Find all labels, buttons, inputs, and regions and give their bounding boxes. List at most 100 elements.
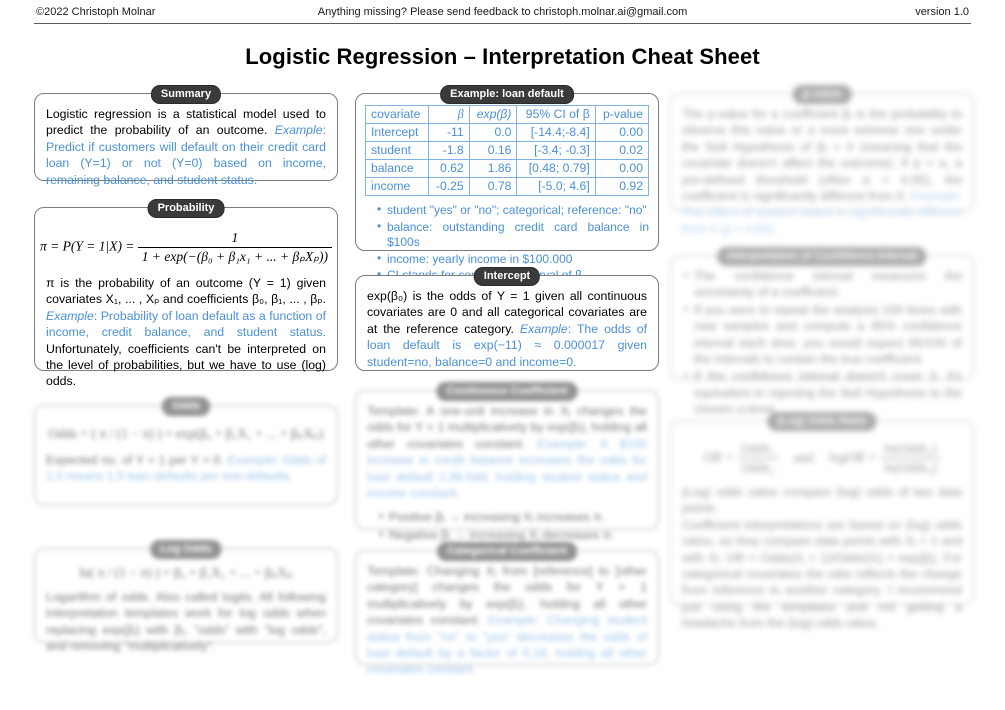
probability-formula-lhs: π = P(Y = 1|X) =: [40, 238, 135, 254]
probability-box: Probability π = P(Y = 1|X) = 1 1 + exp(−…: [34, 199, 338, 388]
p-value-example-label: Example: [910, 189, 959, 204]
log-odds-pill: Log Odds: [150, 540, 222, 559]
cell-beta: -0.25: [428, 177, 470, 196]
continuous-example-label: Example: [537, 436, 586, 451]
table-row: Intercept -11 0.0 [-14.4;-8.4] 0.00: [364, 123, 650, 142]
intercept-pill: Intercept: [473, 267, 541, 286]
col-beta: β: [428, 105, 470, 124]
categorical-coefficient-pill: Categorical Coefficient: [437, 542, 577, 561]
odds-pill: Odds: [161, 397, 211, 416]
odds-ratio-or-den: Odds₂: [737, 458, 779, 476]
odds-ratio-logor-label: logOR =: [828, 449, 877, 465]
cell-ci: [-5.0; 4.6]: [516, 177, 596, 196]
intercept-box: Intercept exp(β₀) is the odds of Y = 1 g…: [355, 267, 659, 371]
odds-ratio-text-1: (Log) odds ratios compare (log) odds of …: [682, 485, 962, 516]
cell-beta: -11: [428, 123, 470, 142]
odds-ratio-box: (Log) Odds Ratio OR = Odds₁ Odds₂ and lo…: [670, 412, 974, 630]
table-row: balance 0.62 1.86 [0.48; 0.79] 0.00: [364, 159, 650, 178]
cell-expbeta: 0.16: [468, 141, 518, 160]
categorical-example-label: Example: [487, 613, 536, 628]
odds-box: Odds Odds = ( π / (1 − π) ) = exp(β₀ + β…: [34, 397, 338, 505]
cell-expbeta: 0.0: [468, 123, 518, 142]
feedback-text: Anything missing? Please send feedback t…: [317, 6, 688, 18]
col-pvalue: p-value: [594, 105, 650, 124]
probability-text-1: π is the probability of an outcome (Y = …: [46, 276, 326, 307]
cell-beta: -1.8: [428, 141, 470, 160]
confidence-interval-box: Interpretation of Confidence Interval Th…: [670, 247, 974, 416]
categorical-coefficient-body: Template: Changing Xⱼ from [reference] t…: [356, 551, 658, 687]
header-divider: [34, 23, 971, 24]
log-odds-box: Log Odds ln( π / (1 − π) ) = β₀ + β₁X₁ +…: [34, 540, 338, 653]
p-value-box: p-value The p-value for a coefficient βⱼ…: [670, 85, 974, 236]
summary-box: Summary Logistic regression is a statist…: [34, 85, 338, 187]
col-ci: 95% CI of β: [516, 105, 596, 124]
odds-ratio-or-label: OR =: [703, 449, 734, 465]
intercept-body: exp(β₀) is the odds of Y = 1 given all c…: [356, 276, 658, 379]
example-table-body: covariate β exp(β) 95% CI of β p-value I…: [356, 94, 658, 291]
list-item: student "yes" or "no"; categorical; refe…: [377, 202, 649, 219]
copyright-text: ©2022 Christoph Molnar: [34, 6, 158, 18]
probability-pill: Probability: [147, 199, 225, 218]
summary-body: Logistic regression is a statistical mod…: [35, 94, 337, 197]
cell-pvalue: 0.02: [594, 141, 650, 160]
odds-ratio-logor-num: ln(Odds₁): [883, 441, 937, 456]
list-item: If you were to repeat the analysis 100 t…: [684, 301, 962, 368]
example-table: covariate β exp(β) 95% CI of β p-value I…: [364, 105, 650, 196]
intercept-example-label: Example: [519, 321, 568, 336]
list-item: balance: outstanding credit card balance…: [377, 219, 649, 251]
confidence-interval-bullet-list: The confidence interval measures the unc…: [682, 267, 962, 418]
table-row: income -0.25 0.78 [-5.0; 4.6] 0.92: [364, 177, 650, 196]
odds-ratio-body: (Log) odds ratios compare (log) odds of …: [671, 482, 973, 641]
cell-pvalue: 0.00: [594, 123, 650, 142]
confidence-interval-pill: Interpretation of Confidence Interval: [717, 247, 927, 266]
summary-example-label: Example: [274, 123, 323, 138]
version-text: version 1.0: [913, 6, 971, 18]
p-value-pill: p-value: [792, 85, 852, 104]
cell-pvalue: 0.92: [594, 177, 650, 196]
cell-expbeta: 0.78: [468, 177, 518, 196]
table-header-row: covariate β exp(β) 95% CI of β p-value: [364, 105, 650, 124]
odds-example-label: Example: [227, 453, 276, 467]
probability-formula-denominator: 1 + exp(−(β₀ + β₁x₁ + ... + βₚXₚ)): [137, 247, 332, 265]
cell-expbeta: 1.86: [468, 159, 518, 178]
continuous-coefficient-body: Template: A one-unit increase in Xⱼ chan…: [356, 391, 658, 553]
cell-beta: 0.62: [428, 159, 470, 178]
cell-ci: [-14.4;-8.4]: [516, 123, 596, 142]
odds-body: Expected no. of Y = 1 per Y = 0. Example…: [35, 448, 337, 494]
col-expbeta: exp(β): [468, 105, 518, 124]
odds-ratio-or-num: Odds₁: [741, 441, 775, 456]
odds-text-1: Expected no. of Y = 1 per Y = 0.: [46, 453, 228, 467]
list-item: Negative βⱼ → increasing Xⱼ decreases π.: [379, 526, 647, 543]
cell-pvalue: 0.00: [594, 159, 650, 178]
example-table-box: Example: loan default covariate β exp(β)…: [355, 85, 659, 282]
categorical-coefficient-box: Categorical Coefficient Template: Changi…: [355, 542, 659, 676]
odds-ratio-text-2: Coefficient interpretations are based on…: [682, 517, 962, 631]
continuous-coefficient-box: Continuous Coefficient Template: A one-u…: [355, 382, 659, 543]
probability-body: π is the probability of an outcome (Y = …: [35, 271, 337, 399]
col-covariate: covariate: [364, 105, 430, 124]
log-odds-body: Logarithm of odds. Also called logits. A…: [46, 590, 326, 654]
odds-ratio-logor-den: ln(Odds₂): [879, 458, 941, 476]
odds-ratio-and: and: [793, 449, 814, 465]
odds-ratio-pill: (Log) Odds Ratio: [767, 412, 877, 431]
cell-covariate: balance: [364, 159, 430, 178]
list-item: If the confidence interval doesn't cover…: [684, 367, 962, 417]
cell-covariate: Intercept: [364, 123, 430, 142]
cell-covariate: student: [364, 141, 430, 160]
cell-ci: [-3.4; -0.3]: [516, 141, 596, 160]
page-title: Logistic Regression – Interpretation Che…: [245, 44, 760, 69]
confidence-interval-body: The confidence interval measures the unc…: [671, 256, 973, 428]
continuous-bullet-list: Positive βⱼ → increasing Xⱼ increases π.…: [367, 508, 647, 543]
page-header: ©2022 Christoph Molnar Anything missing?…: [34, 6, 971, 18]
probability-example-label: Example: [46, 308, 94, 323]
list-item: The confidence interval measures the unc…: [684, 267, 962, 301]
cell-ci: [0.48; 0.79]: [516, 159, 596, 178]
probability-formula-numerator: 1: [231, 230, 239, 245]
list-item: Positive βⱼ → increasing Xⱼ increases π.: [379, 508, 647, 525]
table-row: student -1.8 0.16 [-3.4; -0.3] 0.02: [364, 141, 650, 160]
example-table-pill: Example: loan default: [440, 85, 574, 104]
list-item: income: yearly income in $100.000: [377, 251, 649, 268]
probability-text-2: Unfortunately, coefficients can't be int…: [46, 341, 326, 389]
summary-pill: Summary: [150, 85, 222, 104]
p-value-body: The p-value for a coefficient βⱼ is the …: [671, 94, 973, 246]
